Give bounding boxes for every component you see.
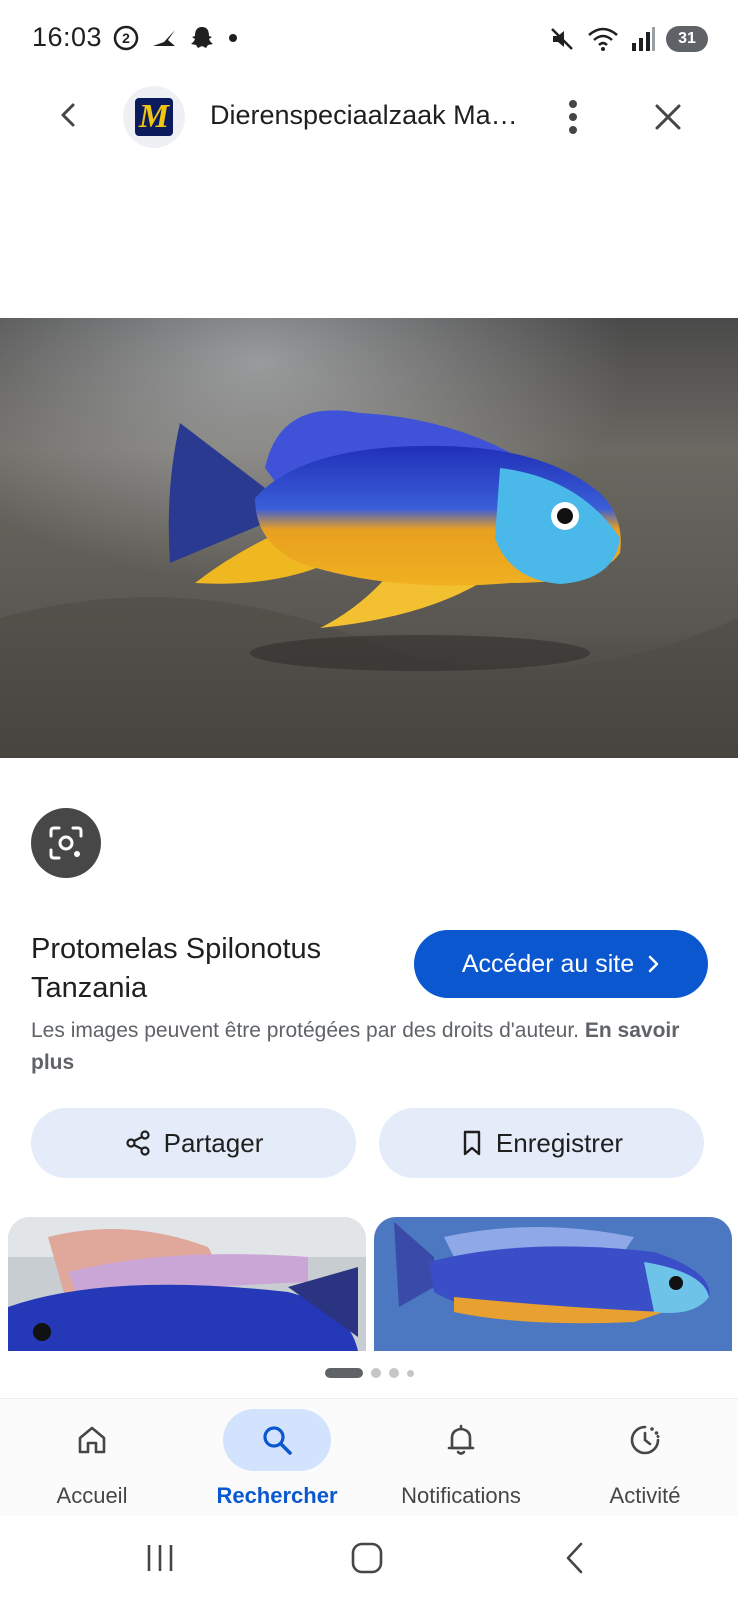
pagination-dot	[406, 1369, 414, 1377]
home-square-icon	[351, 1542, 383, 1574]
nav-activity-label: Activité	[609, 1483, 681, 1508]
image-title: Protomelas Spilonotus Tanzania	[31, 933, 322, 1004]
back-button[interactable]	[44, 90, 94, 140]
share-button[interactable]: Partager	[31, 1108, 356, 1178]
pagination-dot-active	[324, 1368, 363, 1378]
nav-activity-icon-wrap	[591, 1409, 699, 1471]
site-name[interactable]: Dierenspeciaalzaak Ma…	[210, 100, 520, 131]
viewer-header: M Dierenspeciaalzaak Ma…	[0, 78, 738, 158]
back-arrow-icon	[566, 1542, 583, 1574]
nav-notifications-icon-wrap	[407, 1409, 515, 1471]
status-system-icons: 31	[548, 22, 708, 56]
nav-home[interactable]: Accueil	[2, 1409, 182, 1519]
share-label: Partager	[163, 1127, 264, 1158]
chevron-right-icon	[648, 955, 659, 973]
wifi-icon	[588, 27, 618, 51]
close-button[interactable]	[643, 92, 693, 142]
copyright-text: Les images peuvent être protégées par de…	[31, 1019, 580, 1042]
home-icon	[78, 1426, 106, 1454]
bookmark-icon	[463, 1130, 481, 1156]
related-fish-photo-1	[8, 1217, 366, 1351]
google-lens-button[interactable]	[31, 808, 101, 878]
search-icon	[263, 1426, 292, 1455]
fish-photo	[0, 318, 738, 758]
signal-icon	[632, 27, 655, 51]
copyright-notice: Les images peuvent être protégées par de…	[31, 1015, 711, 1079]
dot-icon	[229, 34, 237, 42]
nav-notifications-label: Notifications	[401, 1483, 521, 1508]
snapchat-icon	[191, 27, 213, 48]
mute-icon	[551, 28, 573, 50]
svg-text:2: 2	[122, 30, 130, 46]
status-time: 16:03	[32, 22, 103, 52]
home-system-button[interactable]	[337, 1536, 397, 1580]
lens-icon	[49, 826, 83, 860]
system-navigation-bar	[0, 1516, 738, 1600]
status-bar: 16:03 2 31	[0, 0, 738, 78]
related-image-2[interactable]	[374, 1217, 732, 1351]
visit-site-button[interactable]: Accéder au site	[414, 930, 708, 998]
close-icon	[655, 104, 681, 130]
nav-home-icon-wrap	[38, 1409, 146, 1471]
pagination-dots	[0, 1368, 738, 1378]
pagination-dot	[388, 1368, 399, 1378]
more-options-button[interactable]	[548, 90, 598, 144]
nav-activity[interactable]: Activité	[555, 1409, 735, 1519]
related-fish-photo-2	[374, 1217, 732, 1351]
back-system-button[interactable]	[545, 1536, 605, 1580]
chevron-left-icon	[61, 103, 75, 127]
nav-search-icon-wrap	[223, 1409, 331, 1471]
share-icon	[126, 1130, 150, 1156]
bell-icon	[447, 1424, 475, 1455]
bird-icon	[153, 30, 175, 46]
recent-apps-button[interactable]	[130, 1536, 190, 1580]
pagination-dot	[370, 1368, 381, 1378]
recent-apps-icon	[147, 1545, 173, 1571]
save-button[interactable]: Enregistrer	[379, 1108, 704, 1178]
battery-indicator: 31	[666, 26, 708, 52]
main-image[interactable]	[0, 318, 738, 758]
nav-search-label: Rechercher	[216, 1483, 338, 1508]
nav-search[interactable]: Rechercher	[187, 1409, 367, 1519]
whatsapp-count-icon: 2	[113, 25, 139, 51]
activity-icon	[630, 1425, 660, 1455]
status-notification-icons: 2	[112, 22, 240, 54]
bottom-navigation: Accueil Rechercher Notifications Activit…	[0, 1398, 738, 1516]
visit-site-label: Accéder au site	[461, 949, 635, 978]
more-vert-icon	[569, 100, 577, 134]
nav-home-label: Accueil	[56, 1483, 128, 1508]
nav-notifications[interactable]: Notifications	[371, 1409, 551, 1519]
site-favicon[interactable]: M	[123, 86, 185, 148]
related-image-1[interactable]	[8, 1217, 366, 1351]
save-label: Enregistrer	[495, 1127, 624, 1158]
site-logo-letter: M	[135, 98, 173, 136]
